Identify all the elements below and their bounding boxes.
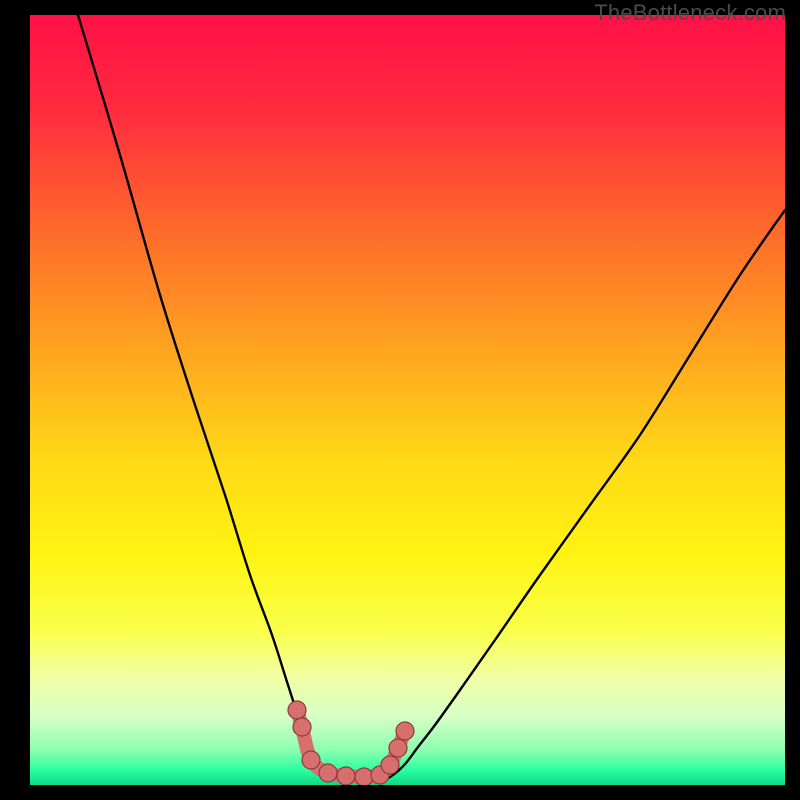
left-curve	[78, 15, 336, 780]
data-marker	[302, 751, 320, 769]
data-marker	[288, 701, 306, 719]
data-marker	[319, 764, 337, 782]
plot-curves	[30, 15, 785, 785]
data-marker	[355, 768, 373, 785]
data-marker	[389, 739, 407, 757]
right-curve	[384, 210, 785, 780]
data-marker	[396, 722, 414, 740]
data-marker	[381, 756, 399, 774]
plot-frame	[30, 15, 785, 785]
data-marker	[337, 767, 355, 785]
watermark-text: TheBottleneck.com	[594, 0, 786, 26]
data-marker	[293, 718, 311, 736]
